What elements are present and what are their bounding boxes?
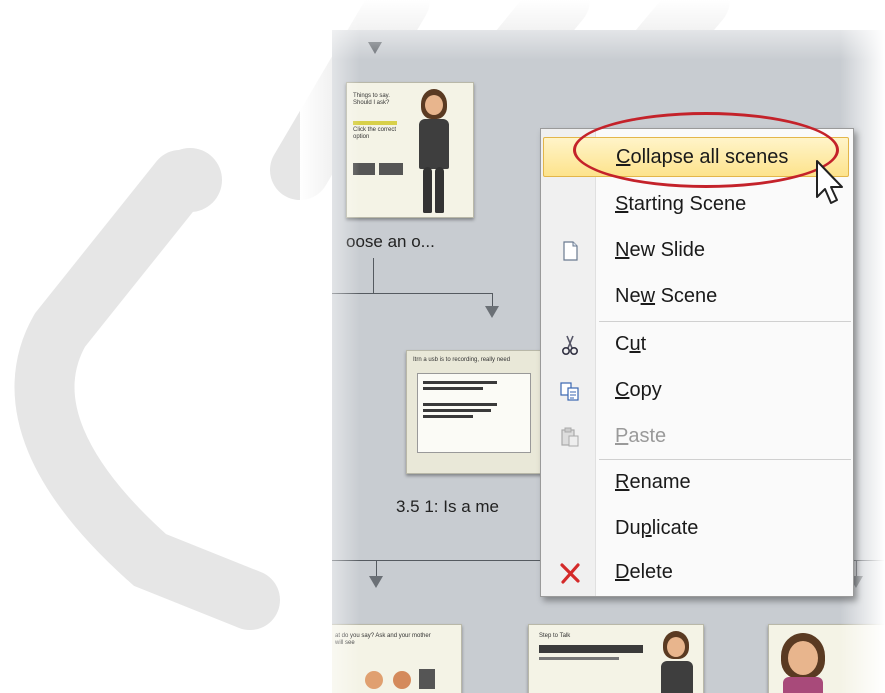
menu-item-duplicate[interactable]: Duplicate [543, 509, 849, 549]
menu-item-paste[interactable]: Paste [543, 417, 849, 457]
scene-title[interactable]: 3.5 1: Is a me [396, 497, 499, 517]
slide-thumbnail[interactable]: Step to Talk [528, 624, 704, 693]
new-slide-icon [563, 241, 578, 261]
menu-item-rename[interactable]: Rename [543, 463, 849, 503]
highlight-ring [573, 112, 839, 188]
copy-icon [560, 382, 579, 401]
menu-item-cut[interactable]: Cut [543, 325, 849, 365]
flow-arrow [369, 576, 383, 588]
flow-arrow [485, 306, 499, 318]
menu-item-new-scene[interactable]: New Scene [543, 277, 849, 317]
paste-icon [561, 427, 579, 447]
delete-x-icon [560, 563, 580, 584]
mouse-cursor-icon [816, 160, 843, 204]
slide-thumbnail[interactable]: Itrn a usb is to recording, really need [406, 350, 548, 474]
menu-item-copy[interactable]: Copy [543, 371, 849, 411]
context-menu: Collapse all scenes Starting Scene New S… [540, 128, 854, 597]
menu-item-delete[interactable]: Delete [543, 553, 849, 593]
scissors-icon [561, 335, 579, 356]
menu-item-starting-scene[interactable]: Starting Scene [543, 185, 849, 225]
menu-item-new-slide[interactable]: New Slide [543, 231, 849, 271]
slide-thumbnail[interactable]: Things to say. Should I ask? Click the c… [346, 82, 474, 218]
